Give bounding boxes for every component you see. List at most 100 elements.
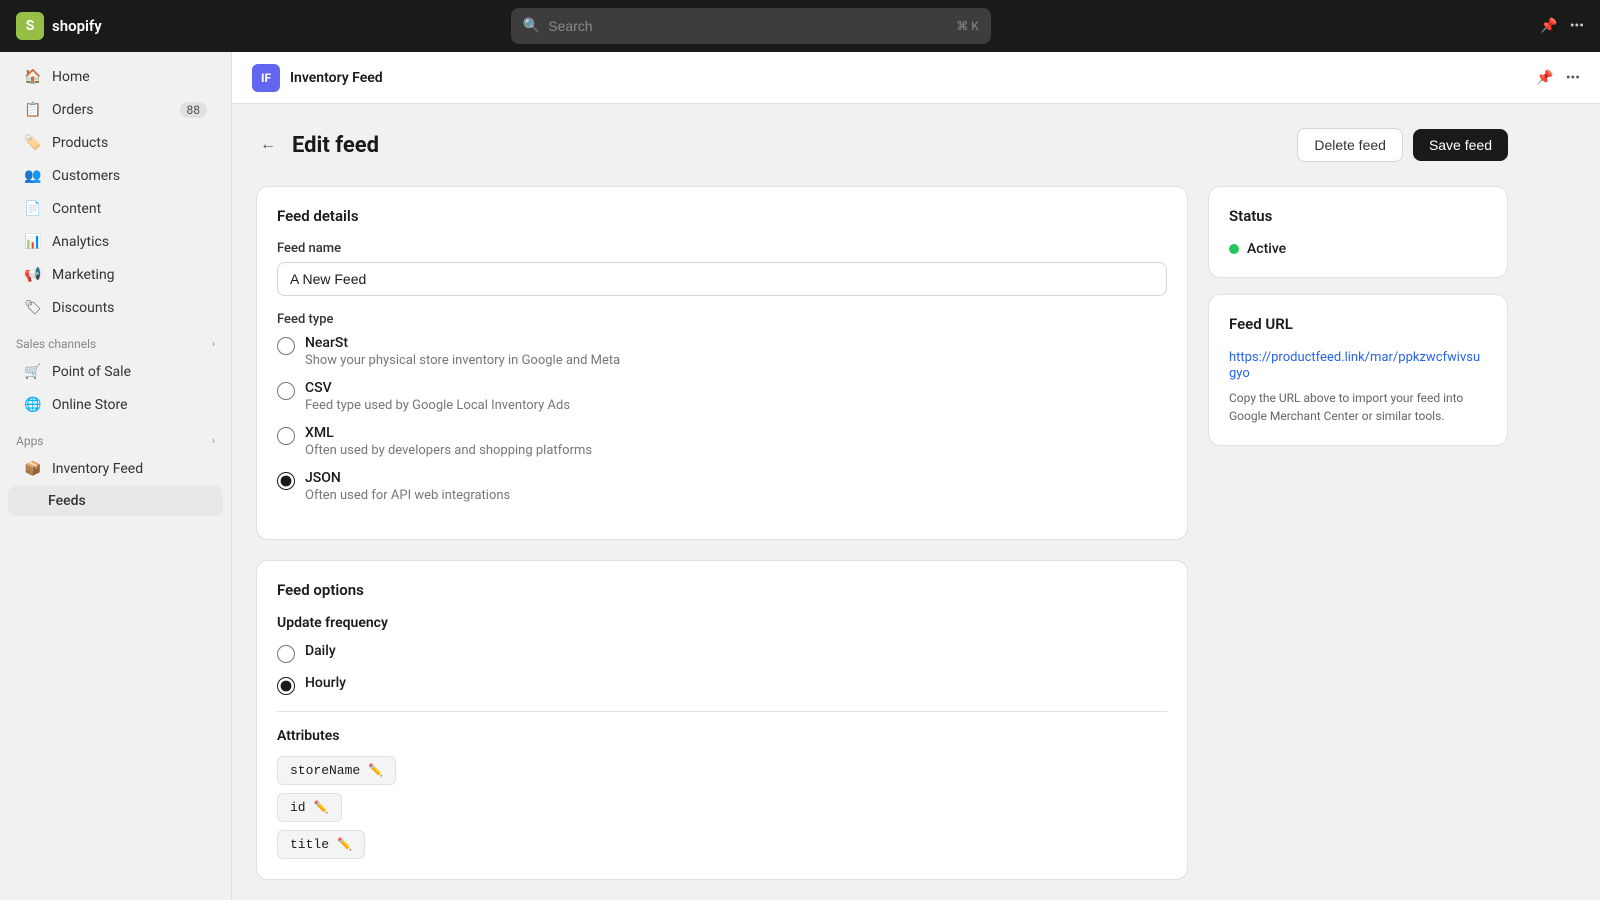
analytics-icon: 📊	[24, 233, 42, 251]
discounts-icon: 🏷	[24, 299, 42, 317]
sidebar-subitem-feeds[interactable]: Feeds	[8, 486, 223, 516]
sidebar-item-home[interactable]: 🏠 Home	[8, 61, 223, 93]
feed-type-json[interactable]: JSON Often used for API web integrations	[277, 470, 1167, 503]
separator	[277, 711, 1167, 712]
attribute-storename-edit-icon[interactable]: ✏️	[368, 763, 383, 778]
status-dot	[1229, 244, 1239, 254]
feed-type-csv-wrap: CSV Feed type used by Google Local Inven…	[305, 380, 570, 413]
shopify-logo-icon: S	[16, 12, 44, 40]
search-shortcut: ⌘ K	[956, 19, 979, 33]
sidebar-item-customers[interactable]: 👥 Customers	[8, 160, 223, 192]
frequency-daily-label: Daily	[305, 643, 336, 659]
sidebar-item-customers-label: Customers	[52, 168, 120, 184]
frequency-hourly[interactable]: Hourly	[277, 675, 1167, 695]
status-card: Status Active	[1208, 186, 1508, 278]
main-content: IF Inventory Feed 📌 ••• ← Edit feed Dele…	[232, 52, 1600, 900]
frequency-daily[interactable]: Daily	[277, 643, 1167, 663]
sidebar-item-pos-label: Point of Sale	[52, 364, 131, 380]
side-column: Status Active Feed URL https://productfe…	[1208, 186, 1508, 446]
search-icon: 🔍	[523, 18, 540, 34]
feed-url-link[interactable]: https://productfeed.link/mar/ppkzwcfwivs…	[1229, 350, 1480, 381]
topbar-right: 📌 •••	[1540, 18, 1584, 34]
sidebar-item-marketing[interactable]: 📢 Marketing	[8, 259, 223, 291]
delete-feed-button[interactable]: Delete feed	[1297, 128, 1403, 162]
sidebar-item-discounts-label: Discounts	[52, 300, 114, 316]
topbar: S shopify 🔍 ⌘ K 📌 •••	[0, 0, 1600, 52]
products-icon: 🏷️	[24, 134, 42, 152]
feed-type-csv[interactable]: CSV Feed type used by Google Local Inven…	[277, 380, 1167, 413]
attributes-section-label: Attributes	[277, 728, 1167, 744]
attribute-storename[interactable]: storeName ✏️	[277, 756, 396, 785]
frequency-hourly-radio[interactable]	[277, 677, 295, 695]
pin-icon[interactable]: 📌	[1536, 70, 1553, 86]
sidebar-item-products[interactable]: 🏷️ Products	[8, 127, 223, 159]
sidebar-item-inventory-feed-label: Inventory Feed	[52, 461, 143, 477]
sidebar-item-home-label: Home	[52, 69, 90, 85]
sidebar-item-content[interactable]: 📄 Content	[8, 193, 223, 225]
feed-options-card: Feed options Update frequency Daily Hour…	[256, 560, 1188, 880]
app-header-title: Inventory Feed	[290, 70, 383, 86]
sidebar-item-online-store[interactable]: 🌐 Online Store	[8, 389, 223, 421]
logo[interactable]: S shopify	[16, 12, 236, 40]
status-row: Active	[1229, 241, 1487, 257]
feed-type-json-label: JSON	[305, 470, 510, 486]
feed-details-title: Feed details	[277, 207, 1167, 225]
more-options-icon[interactable]: •••	[1566, 70, 1580, 86]
feed-url-desc: Copy the URL above to import your feed i…	[1229, 389, 1487, 425]
update-frequency-radio-group: Daily Hourly	[277, 643, 1167, 695]
sales-channels-section[interactable]: Sales channels ›	[0, 325, 231, 355]
customers-icon: 👥	[24, 167, 42, 185]
attribute-storename-label: storeName	[290, 763, 360, 778]
more-icon[interactable]: •••	[1570, 18, 1584, 34]
feed-type-nearst-desc: Show your physical store inventory in Go…	[305, 353, 620, 368]
bell-icon[interactable]: 📌	[1540, 18, 1557, 34]
feed-type-xml-desc: Often used by developers and shopping pl…	[305, 443, 592, 458]
feed-type-json-desc: Often used for API web integrations	[305, 488, 510, 503]
search-container: 🔍 ⌘ K	[511, 8, 991, 44]
apps-section[interactable]: Apps ›	[0, 422, 231, 452]
save-feed-button[interactable]: Save feed	[1413, 129, 1508, 161]
sidebar-item-point-of-sale[interactable]: 🛒 Point of Sale	[8, 356, 223, 388]
sidebar-item-inventory-feed[interactable]: 📦 Inventory Feed	[8, 453, 223, 485]
feed-url-title: Feed URL	[1229, 315, 1487, 333]
feed-type-json-wrap: JSON Often used for API web integrations	[305, 470, 510, 503]
attributes-list: storeName ✏️ id ✏️ title ✏️	[277, 756, 1167, 859]
page-title: Edit feed	[292, 133, 379, 158]
feed-type-nearst-radio[interactable]	[277, 337, 295, 355]
main-column: Feed details Feed name Feed type	[256, 186, 1188, 880]
feed-name-group: Feed name	[277, 241, 1167, 296]
feed-type-xml-radio[interactable]	[277, 427, 295, 445]
feed-url-card: Feed URL https://productfeed.link/mar/pp…	[1208, 294, 1508, 446]
attribute-id-edit-icon[interactable]: ✏️	[314, 800, 329, 815]
app-icon: IF	[252, 64, 280, 92]
feed-type-csv-label: CSV	[305, 380, 570, 396]
feed-type-nearst[interactable]: NearSt Show your physical store inventor…	[277, 335, 1167, 368]
page-header-actions: Delete feed Save feed	[1297, 128, 1508, 162]
attribute-id[interactable]: id ✏️	[277, 793, 342, 822]
sidebar-subitem-feeds-label: Feeds	[48, 493, 86, 509]
back-button[interactable]: ←	[256, 132, 280, 158]
sidebar-item-analytics[interactable]: 📊 Analytics	[8, 226, 223, 258]
home-icon: 🏠	[24, 68, 42, 86]
sidebar-item-discounts[interactable]: 🏷 Discounts	[8, 292, 223, 324]
attribute-title-edit-icon[interactable]: ✏️	[337, 837, 352, 852]
search-box: 🔍 ⌘ K	[511, 8, 991, 44]
feed-name-label: Feed name	[277, 241, 1167, 256]
sidebar-item-online-store-label: Online Store	[52, 397, 128, 413]
sidebar-item-marketing-label: Marketing	[52, 267, 115, 283]
feed-type-radio-group: NearSt Show your physical store inventor…	[277, 335, 1167, 503]
attribute-title[interactable]: title ✏️	[277, 830, 365, 859]
feed-type-nearst-label: NearSt	[305, 335, 620, 351]
search-input[interactable]	[548, 18, 948, 34]
feed-type-xml-wrap: XML Often used by developers and shoppin…	[305, 425, 592, 458]
feed-name-input[interactable]	[277, 262, 1167, 296]
feed-type-json-radio[interactable]	[277, 472, 295, 490]
feed-type-xml[interactable]: XML Often used by developers and shoppin…	[277, 425, 1167, 458]
sidebar-item-orders[interactable]: 📋 Orders 88	[8, 94, 223, 126]
feed-type-group: Feed type NearSt Show your physical stor…	[277, 312, 1167, 503]
frequency-daily-radio[interactable]	[277, 645, 295, 663]
shopify-logo-text: shopify	[52, 17, 102, 35]
status-text: Active	[1247, 241, 1286, 257]
feed-type-xml-label: XML	[305, 425, 592, 441]
feed-type-csv-radio[interactable]	[277, 382, 295, 400]
